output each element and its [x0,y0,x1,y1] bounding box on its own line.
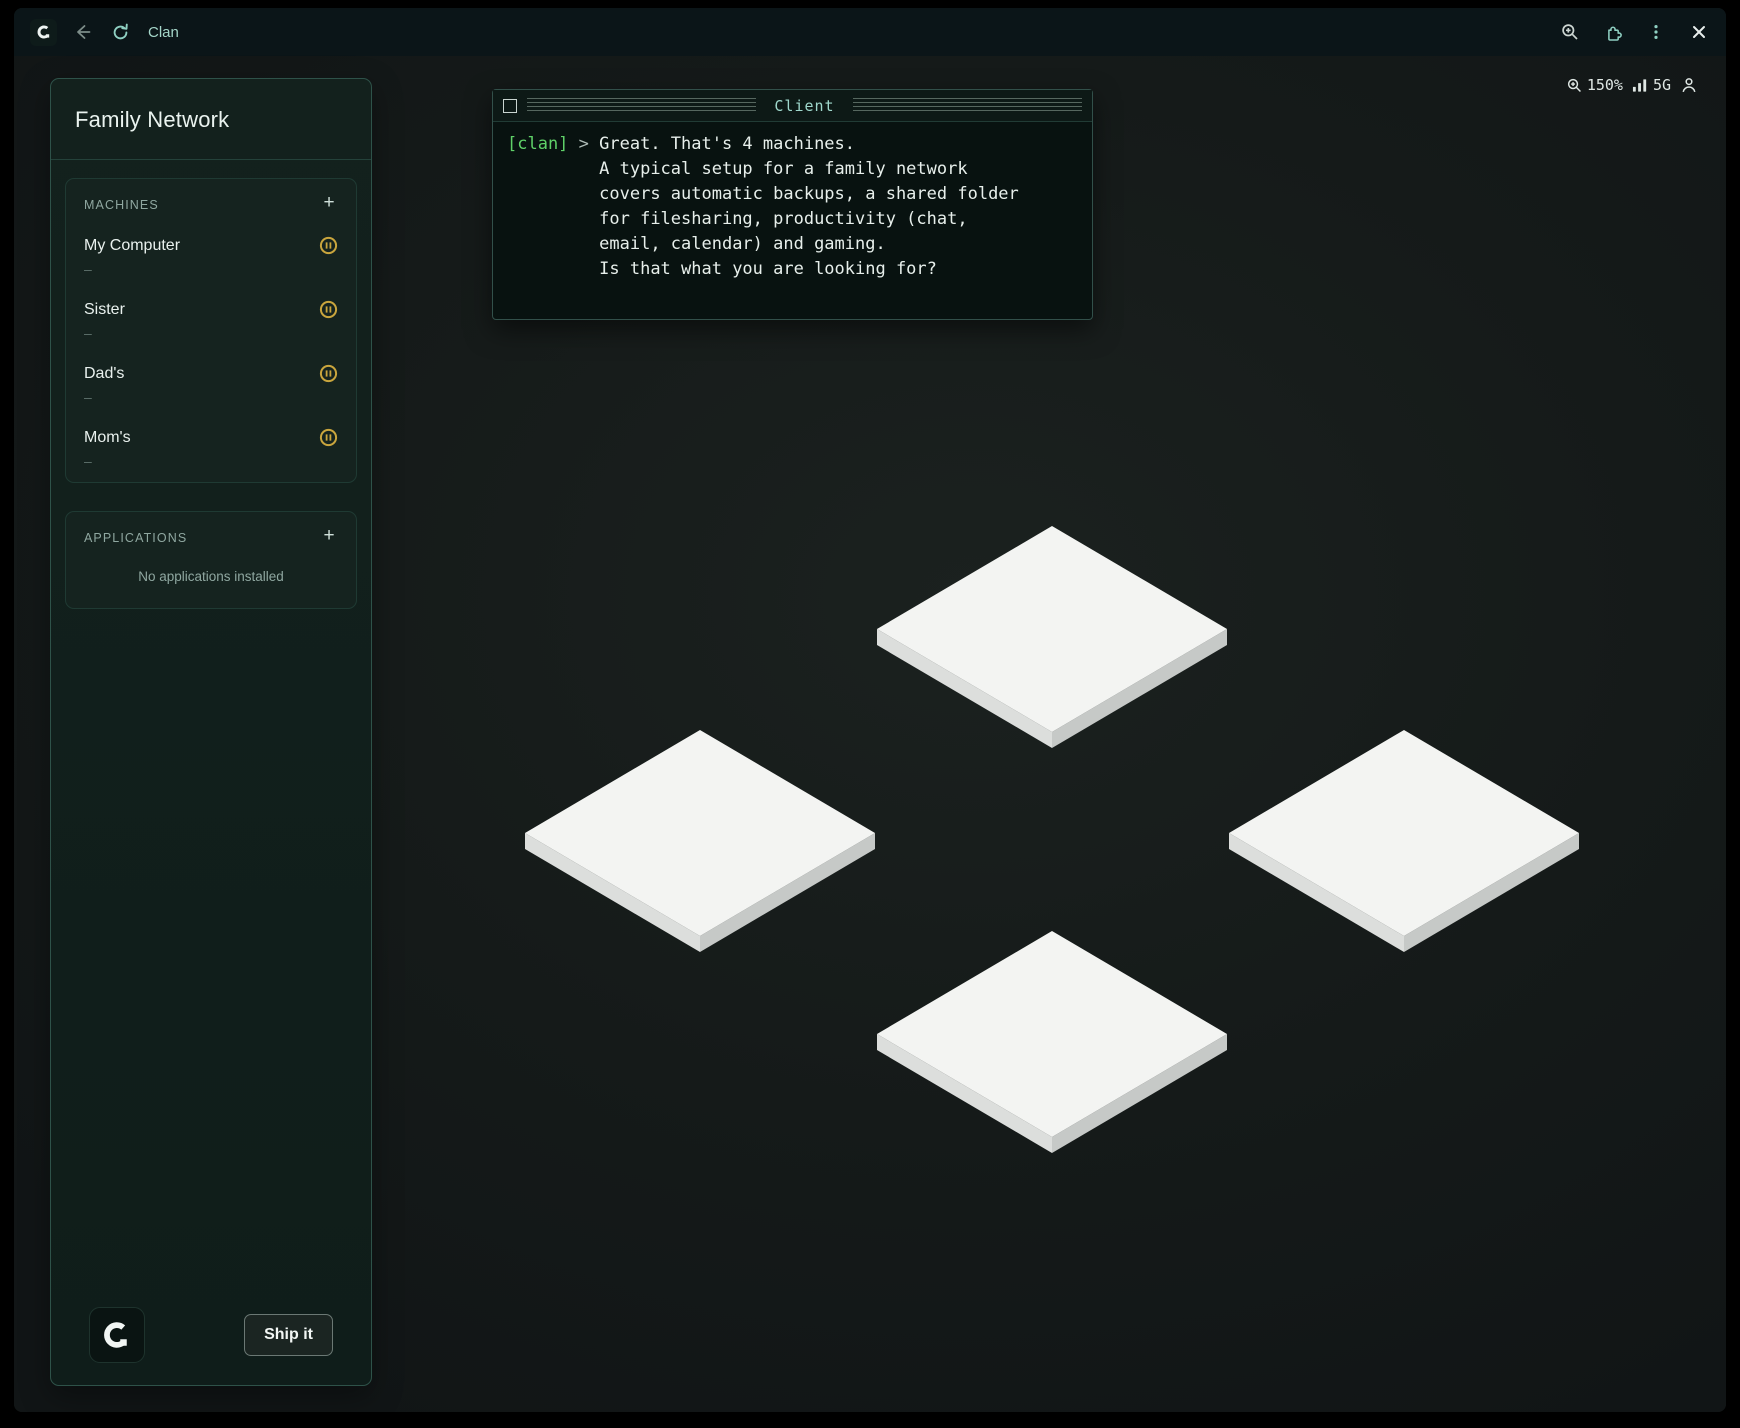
machine-detail: – [84,453,338,469]
clan-logo-badge [89,1307,145,1363]
machine-status-icon [319,236,338,255]
titlebar-stripes-left [527,98,756,113]
machines-header: MACHINES [84,198,159,212]
terminal-title: Client [766,97,842,115]
zoom-level-control[interactable]: 150% [1566,76,1623,94]
user-menu[interactable] [1680,76,1698,94]
machine-status [319,300,338,319]
menu-icon[interactable] [1645,21,1667,43]
network-label: 5G [1653,76,1671,94]
terminal-line: covers automatic backups, a shared folde… [599,182,1019,207]
family-network-panel: Family Network MACHINES + My Computer–Si… [50,78,372,1386]
terminal-prompt: [clan] [507,132,568,282]
applications-card: APPLICATIONS + No applications installed [65,511,357,609]
terminal-line: for filesharing, productivity (chat, [599,207,1019,232]
machine-item[interactable]: Dad's – [66,354,356,418]
machine-status [319,428,338,447]
person-icon [1680,76,1698,94]
clan-logo-icon [102,1320,132,1350]
panel-footer: Ship it [65,1289,357,1385]
machine-tile[interactable] [877,526,1227,748]
terminal-line: email, calendar) and gaming. [599,232,1019,257]
network-status: 5G [1632,76,1671,94]
app-window: Clan 150% 5 [14,8,1726,1412]
machine-detail: – [84,389,338,405]
machine-detail: – [84,325,338,341]
applications-header: APPLICATIONS [84,531,187,545]
panel-header: Family Network [51,79,371,160]
zoom-icon[interactable] [1559,21,1581,43]
machines-list: My Computer – Sister – Dad's – Mom's – [66,226,356,482]
machine-status-icon [319,428,338,447]
terminal-line: A typical setup for a family network [599,157,1019,182]
clan-logo-icon [30,19,57,46]
canvas-area: 150% 5G Client [clan] > Great. That's 4 … [14,56,1726,1412]
zoom-level-label: 150% [1587,76,1623,94]
client-terminal-window: Client [clan] > Great. That's 4 machines… [492,89,1093,320]
close-icon[interactable] [1688,21,1710,43]
add-application-button[interactable]: + [318,527,340,549]
add-machine-button[interactable]: + [318,194,340,216]
machine-name: Dad's [84,365,124,383]
machine-item[interactable]: My Computer – [66,226,356,290]
back-button[interactable] [72,21,94,43]
machine-name: Sister [84,301,125,319]
panel-title: Family Network [75,107,347,133]
applications-empty-state: No applications installed [66,559,356,608]
extensions-icon[interactable] [1602,21,1624,43]
machines-card: MACHINES + My Computer–Sister–Dad's–Mom'… [65,178,357,483]
terminal-prompt-separator: > [568,132,599,282]
machine-tile[interactable] [1229,730,1579,952]
signal-bars-icon [1632,77,1649,93]
machine-status [319,236,338,255]
machine-detail: – [84,261,338,277]
terminal-lines: Great. That's 4 machines.A typical setup… [599,132,1019,282]
terminal-line: Is that what you are looking for? [599,257,1019,282]
magnifier-plus-icon [1566,77,1583,94]
machine-tile[interactable] [877,931,1227,1153]
reload-button[interactable] [109,21,131,43]
terminal-line: Great. That's 4 machines. [599,132,1019,157]
machine-status-icon [319,364,338,383]
browser-chrome: Clan [14,8,1726,56]
machine-status-icon [319,300,338,319]
machine-name: Mom's [84,429,131,447]
terminal-checkbox[interactable] [503,99,517,113]
machine-name: My Computer [84,237,180,255]
machine-tile[interactable] [525,730,875,952]
page-title: Clan [148,24,179,41]
terminal-body: [clan] > Great. That's 4 machines.A typi… [493,122,1092,292]
machine-status [319,364,338,383]
ship-it-button[interactable]: Ship it [244,1314,333,1356]
machine-item[interactable]: Sister – [66,290,356,354]
terminal-titlebar[interactable]: Client [493,90,1092,122]
status-bar: 150% 5G [1566,76,1698,94]
machine-item[interactable]: Mom's – [66,418,356,482]
titlebar-stripes-right [853,98,1082,113]
